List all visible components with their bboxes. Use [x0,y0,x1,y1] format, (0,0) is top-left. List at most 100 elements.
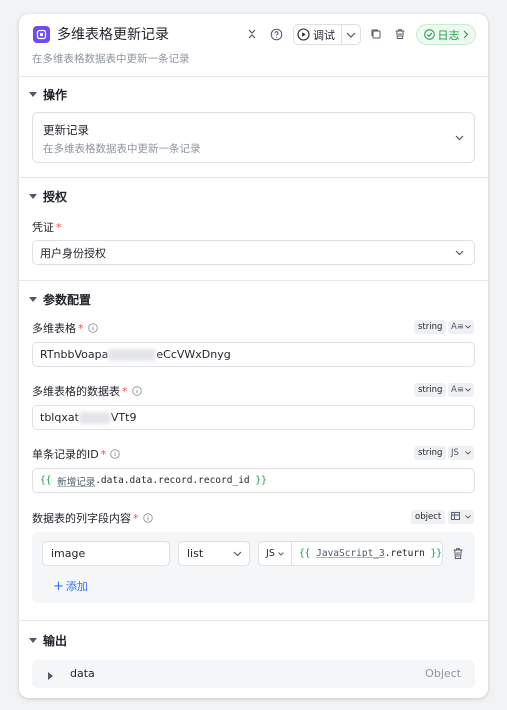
field-value-expression[interactable]: JS {{ JavaScript_3.return }} [258,541,443,566]
input-mode-select[interactable]: A≡ [448,320,474,334]
divider [19,620,488,621]
field-label-text: 多维表格 [32,322,76,335]
node-title[interactable]: 多维表格更新记录 [57,24,169,44]
operation-description: 在多维表格数据表中更新一条记录 [43,143,201,155]
debug-label: 调试 [313,28,335,42]
caret-down-icon [27,294,39,306]
required-mark: * [133,511,139,525]
chevron-down-icon [233,551,242,556]
expr-ref: 新增记录 [57,476,96,488]
info-icon[interactable] [87,323,98,333]
input-mode-select[interactable]: A≡ [448,383,474,397]
js-mode-label: JS [451,448,459,458]
value-suffix: eCcVWxDnyg [156,348,231,361]
help-icon[interactable] [267,25,285,43]
field-label-text: 凭证 [32,221,54,234]
section-operation-header[interactable]: 操作 [27,86,67,103]
chevron-down-icon [452,246,466,260]
caret-right-icon[interactable] [48,669,54,683]
required-mark: * [78,321,84,335]
delete-icon[interactable] [391,25,409,43]
redacted-text [108,348,157,361]
required-mark: * [122,384,128,398]
divider [19,76,488,77]
expr-close: }} [430,548,442,559]
chevron-right-icon [463,30,468,39]
text-mode-icon: A≡ [451,385,464,395]
value-suffix: VTt9 [110,411,137,424]
output-type: Object [425,667,461,680]
section-title: 输出 [43,634,68,648]
copy-icon[interactable] [367,25,385,43]
credential-label: 凭证 * [32,219,62,235]
field-label-bitable: 多维表格 * [32,320,98,336]
type-tag: string [414,320,447,334]
expr-close: }} [255,475,267,486]
credential-value: 用户身份授权 [40,246,106,260]
table-id-input[interactable]: tblqxat VTt9 [32,405,475,430]
text-mode-icon: A≡ [451,322,464,332]
output-name: data [70,667,95,680]
expression-text: {{ JavaScript_3.return }} [292,548,442,559]
section-title: 操作 [43,88,68,102]
field-label-fields: 数据表的列字段内容 * [32,510,153,526]
plus-icon: + [53,578,64,594]
record-id-expression-input[interactable]: {{ 新增记录 .data.data.record.record_id }} [32,468,475,493]
section-title: 授权 [43,190,68,204]
type-tag: string [414,383,447,397]
field-name-value: image [51,547,86,560]
required-mark: * [56,220,62,234]
field-label-text: 数据表的列字段内容 [32,512,131,525]
required-mark: * [100,447,107,461]
operation-select[interactable]: 更新记录 在多维表格数据表中更新一条记录 [32,112,475,163]
input-mode-select[interactable]: JS [448,446,474,460]
field-label-record-id: 单条记录的ID * [32,446,120,462]
bitable-node-icon [33,26,50,43]
section-output-header[interactable]: 输出 [27,632,67,649]
collapse-icon[interactable] [243,25,261,43]
play-icon [297,28,310,41]
value-prefix: RTnbbVoapa [40,348,109,361]
bitable-token-input[interactable]: RTnbbVoapa eCcVWxDnyg [32,342,475,367]
js-mode-label: JS [266,548,275,559]
info-icon[interactable] [131,386,142,396]
type-tag: object [411,510,446,524]
divider [19,177,488,178]
expr-open: {{ [40,475,52,486]
info-icon[interactable] [110,449,120,459]
expr-ref: JavaScript_3 [316,548,385,559]
node-description: 在多维表格数据表中更新一条记录 [32,53,190,65]
table-mode-icon [451,511,460,523]
caret-down-icon [27,635,39,647]
field-label-text: 单条记录的ID [32,448,99,461]
section-auth-header[interactable]: 授权 [27,188,67,205]
section-params-header[interactable]: 参数配置 [27,291,91,308]
field-label-text: 多维表格的数据表 [32,385,120,398]
check-circle-icon [423,29,435,40]
field-kind-select[interactable]: list [178,541,250,566]
field-name-input[interactable]: image [42,541,170,566]
redacted-text [78,411,111,424]
info-icon[interactable] [142,513,153,523]
expr-path: .data.data.record.record_id [95,475,250,486]
type-tag: string [414,446,447,460]
input-mode-select[interactable] [448,510,474,524]
value-prefix: tblqxat [40,411,79,424]
js-mode-select[interactable]: JS [259,542,292,565]
trash-icon[interactable] [451,546,465,560]
debug-button[interactable]: 调试 [294,25,342,44]
debug-dropdown-icon[interactable] [342,32,360,38]
section-title: 参数配置 [43,293,92,307]
divider [19,280,488,281]
field-mapping-box: image list JS {{ JavaScript_3.return }} … [32,532,475,603]
chevron-down-icon [452,131,466,145]
credential-select[interactable]: 用户身份授权 [32,240,475,265]
output-row-data[interactable]: data Object [32,660,475,688]
expr-open: {{ [298,548,311,559]
log-label: 日志 [437,28,460,42]
debug-button-group: 调试 [293,24,361,45]
expr-path: .return [384,548,425,559]
node-config-panel: 多维表格更新记录 调试 日志 在多维表格数据表中更新一条记录 操作 更新记录 在… [19,14,488,698]
add-field-button[interactable]: + 添加 [53,578,88,594]
log-button[interactable]: 日志 [416,24,476,45]
